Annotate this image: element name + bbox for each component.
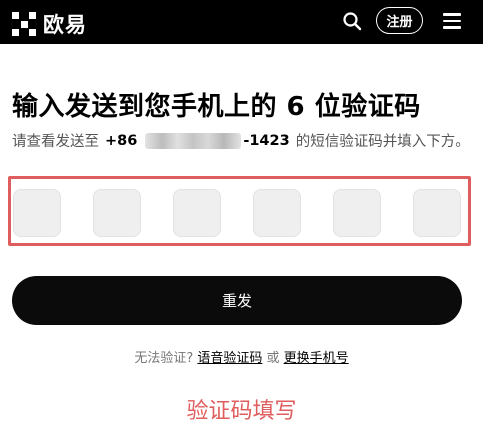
page-title: 输入发送到您手机上的 6 位验证码: [12, 92, 421, 122]
alternative-verification-row: 无法验证? 语音验证码 或 更换手机号: [0, 347, 483, 366]
help-prefix: 无法验证?: [134, 351, 194, 366]
signup-button[interactable]: 注册: [376, 7, 423, 34]
subtitle-prefix: 请查看发送至: [12, 134, 99, 150]
help-or-text: 或: [266, 351, 280, 366]
code-input-highlight-box: [8, 176, 471, 246]
voice-code-link[interactable]: 语音验证码: [197, 351, 262, 366]
code-digit-input-6[interactable]: [413, 189, 461, 237]
code-digit-input-1[interactable]: [13, 189, 61, 237]
top-navigation-bar: 欧易 注册: [0, 0, 483, 44]
phone-number-tail: -1423: [243, 132, 290, 149]
verification-instructions: 请查看发送至 +86 -1423 的短信验证码并填入下方。: [12, 130, 470, 151]
search-icon[interactable]: [342, 11, 362, 31]
logo-text: 欧易: [43, 13, 87, 37]
change-phone-link[interactable]: 更换手机号: [284, 351, 349, 366]
code-digit-input-3[interactable]: [173, 189, 221, 237]
subtitle-suffix: 的短信验证码并填入下方。: [295, 134, 470, 150]
okx-logo[interactable]: 欧易: [12, 9, 87, 39]
code-digit-input-5[interactable]: [333, 189, 381, 237]
masked-phone-number: [145, 132, 242, 149]
code-digit-input-2[interactable]: [93, 189, 141, 237]
code-digit-input-4[interactable]: [253, 189, 301, 237]
hamburger-menu-icon[interactable]: [443, 13, 461, 29]
annotation-label: 验证码填写: [186, 399, 297, 424]
resend-button[interactable]: 重发: [12, 276, 462, 325]
okx-logo-icon: [12, 12, 36, 36]
phone-country-code: +86: [105, 132, 138, 149]
